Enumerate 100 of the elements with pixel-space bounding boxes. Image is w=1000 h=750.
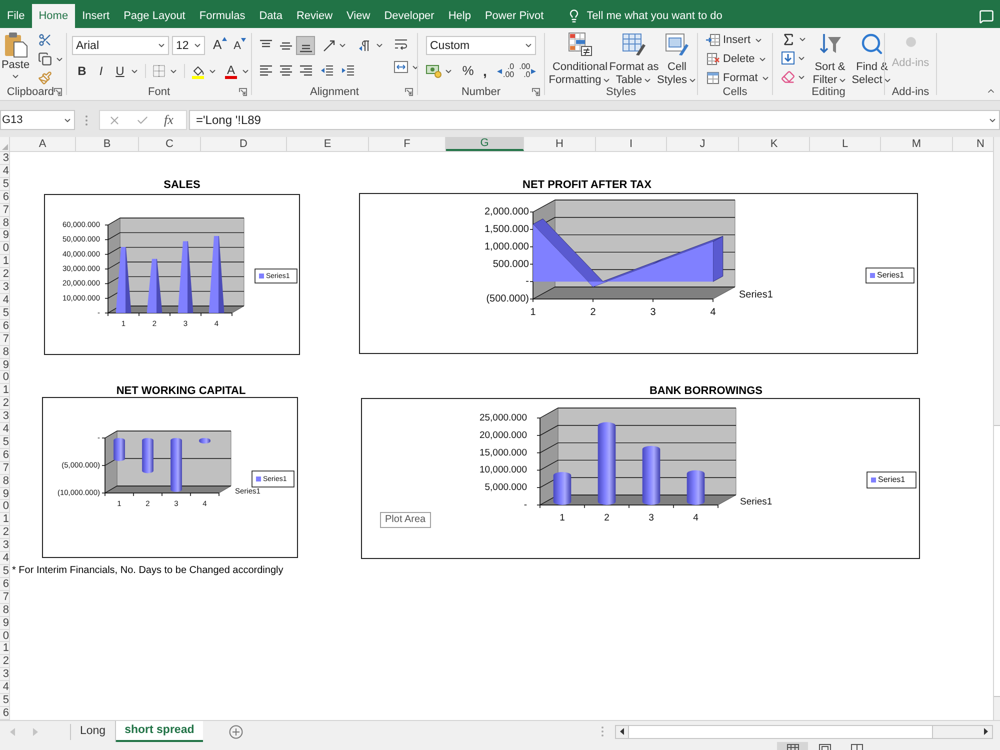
row-header[interactable]: 1 — [0, 255, 10, 268]
ribbon-tab[interactable]: View — [340, 4, 378, 28]
row-header[interactable]: 6 — [0, 190, 10, 204]
align-button[interactable] — [296, 36, 315, 55]
grow-font-button[interactable]: A — [213, 36, 227, 54]
formula-field[interactable]: ='Long '!L89 — [189, 110, 1000, 130]
ribbon-tab[interactable]: Developer — [377, 4, 442, 28]
column-header[interactable]: E — [287, 137, 369, 151]
scroll-right-icon[interactable] — [984, 728, 988, 735]
decrease-decimal-button[interactable]: .00 .0 — [519, 63, 536, 79]
column-header[interactable]: G — [446, 137, 524, 151]
money-icon[interactable] — [426, 64, 442, 78]
borders-icon[interactable] — [152, 64, 166, 78]
name-box[interactable]: G13 — [0, 110, 75, 130]
row-header[interactable]: 7 — [0, 204, 10, 217]
row-header[interactable]: 6 — [0, 706, 10, 720]
delete-cells-button[interactable]: Delete — [706, 50, 772, 68]
column-header[interactable]: C — [139, 137, 201, 151]
row-header[interactable]: 0 — [0, 630, 10, 642]
row-header[interactable]: 4 — [0, 423, 10, 436]
scrollbar-thumb[interactable] — [994, 425, 1000, 697]
eraser-icon[interactable] — [781, 70, 795, 84]
bold-button[interactable]: B — [73, 62, 91, 80]
ribbon-tab[interactable]: Power Pivot — [478, 4, 551, 28]
row-header[interactable]: 7 — [0, 332, 10, 346]
column-header[interactable]: A — [10, 137, 76, 151]
caret-icon[interactable] — [375, 41, 384, 50]
row-header[interactable]: 2 — [0, 655, 10, 668]
chart-area[interactable]: - 5,000.000 10,000.000 15,000.000 20,000.000 25,000.000 1 2 3 4 Series1 Series1 Plot Area — [361, 398, 920, 559]
row-header[interactable]: 5 — [0, 694, 10, 707]
column-header[interactable]: L — [810, 137, 881, 151]
view-button[interactable] — [777, 742, 808, 750]
row-header[interactable]: 3 — [0, 539, 10, 552]
scroll-left-icon[interactable] — [620, 728, 624, 735]
merge-cells-icon[interactable] — [394, 60, 408, 74]
font-size-field[interactable]: 12 — [172, 36, 205, 55]
ribbon-tab[interactable]: Help — [441, 4, 478, 28]
dialog-launcher-icon[interactable] — [239, 88, 247, 96]
decrease-indent-icon[interactable] — [320, 64, 334, 78]
vertical-scrollbar[interactable] — [993, 137, 1000, 720]
row-header[interactable]: 3 — [0, 281, 10, 294]
ribbon-tab[interactable]: Home — [32, 4, 76, 28]
ribbon-tab[interactable]: Page Layout — [116, 4, 192, 28]
add-sheet-icon[interactable] — [229, 724, 244, 738]
row-header[interactable]: 5 — [0, 565, 10, 578]
column-header[interactable]: D — [201, 137, 287, 151]
increase-decimal-button[interactable]: .0 .00 — [497, 63, 514, 79]
tell-me-field[interactable]: Tell me what you want to do — [586, 8, 737, 24]
row-header[interactable]: 3 — [0, 668, 10, 682]
underline-button[interactable]: U — [111, 62, 129, 80]
row-header[interactable]: 1 — [0, 513, 10, 526]
scissors-icon[interactable] — [38, 33, 52, 47]
column-header[interactable]: M — [881, 137, 953, 151]
font-name-field[interactable]: Arial — [72, 36, 169, 55]
column-header[interactable]: B — [76, 137, 139, 151]
row-header[interactable]: 0 — [0, 500, 10, 514]
sigma-icon[interactable] — [781, 32, 796, 46]
paste-button[interactable]: Paste — [2, 31, 29, 85]
row-header[interactable]: 2 — [0, 268, 10, 282]
row-header[interactable]: 7 — [0, 590, 10, 604]
row-header[interactable]: 8 — [0, 216, 10, 230]
dialog-launcher-icon[interactable] — [532, 88, 540, 96]
row-header[interactable]: 8 — [0, 474, 10, 488]
paragraph-direction-icon[interactable] — [358, 38, 372, 52]
row-header[interactable]: 0 — [0, 371, 10, 384]
wrap-text-icon[interactable] — [394, 38, 408, 52]
row-header[interactable]: 2 — [0, 526, 10, 540]
row-header[interactable]: 9 — [0, 616, 10, 630]
column-header[interactable]: J — [667, 137, 739, 151]
copy-icon[interactable] — [38, 52, 52, 66]
row-header[interactable]: 3 — [0, 410, 10, 424]
horizontal-scrollbar[interactable] — [615, 724, 993, 738]
row-header[interactable]: 0 — [0, 242, 10, 256]
cell-styles-button[interactable]: Cell Styles — [659, 28, 695, 87]
comment-icon[interactable] — [979, 8, 994, 24]
row-header[interactable]: 1 — [0, 642, 10, 656]
insert-cells-button[interactable]: Insert — [706, 31, 772, 49]
row-header[interactable]: 7 — [0, 462, 10, 475]
scrollbar-thumb[interactable] — [628, 726, 933, 738]
italic-button[interactable]: I — [92, 62, 110, 80]
row-header[interactable]: 1 — [0, 384, 10, 398]
ribbon-tab[interactable]: Data — [252, 4, 290, 28]
row-header[interactable]: 6 — [0, 448, 10, 462]
paint-bucket-icon[interactable] — [191, 64, 205, 78]
format-cells-button[interactable]: Format — [706, 69, 772, 87]
sort-filter-button[interactable]: Sort & Filter — [811, 28, 849, 87]
column-header[interactable]: K — [739, 137, 810, 151]
row-header[interactable]: 4 — [0, 681, 10, 694]
dialog-launcher-icon[interactable] — [54, 88, 62, 96]
conditional-formatting-button[interactable]: Conditional Formatting — [551, 28, 609, 87]
ribbon-tab[interactable]: File — [0, 4, 32, 28]
ribbon-tab[interactable]: Insert — [75, 4, 117, 28]
row-header[interactable]: 9 — [0, 488, 10, 500]
insert-function-button[interactable]: fx — [164, 110, 174, 130]
row-header[interactable]: 6 — [0, 320, 10, 333]
column-header[interactable]: I — [596, 137, 667, 151]
row-header[interactable]: 8 — [0, 604, 10, 617]
format-as-table-button[interactable]: Format as Table — [609, 28, 659, 87]
ribbon-tab[interactable]: Formulas — [192, 4, 252, 28]
chart-area[interactable]: (500.000) - 500.000 1,000.000 1,500.000 2,000.000 1 2 3 4 Series1 Series1 — [359, 193, 918, 354]
